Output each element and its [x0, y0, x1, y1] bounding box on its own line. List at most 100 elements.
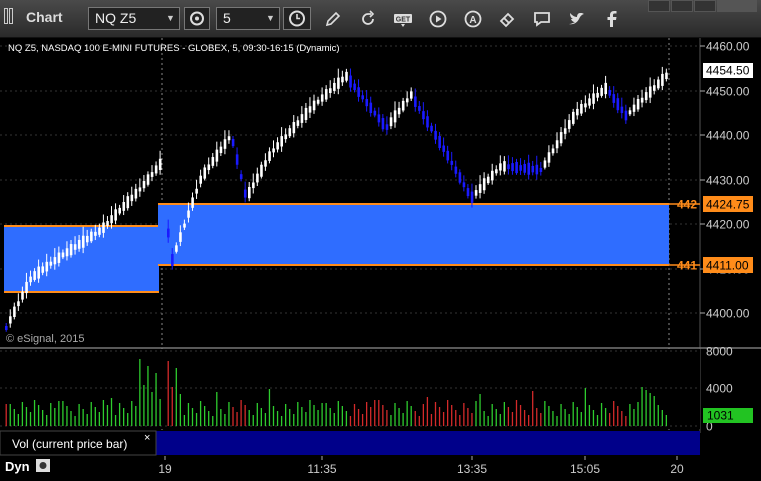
candle-body: [126, 196, 130, 209]
candle-body: [316, 99, 320, 104]
candle-body: [207, 164, 211, 171]
candle-body: [361, 95, 364, 100]
candle-body: [13, 306, 16, 317]
candle-body: [138, 187, 142, 192]
candle-body: [118, 207, 121, 214]
volume-last-value: 1031: [707, 409, 734, 423]
candle-body: [543, 160, 547, 168]
twitter-icon[interactable]: [567, 9, 587, 29]
refresh-icon[interactable]: [358, 9, 378, 29]
candle-body: [61, 252, 65, 258]
candle-body: [466, 188, 470, 197]
candle-body: [515, 161, 518, 174]
time-tick-label: 13:35: [457, 462, 487, 476]
candle-body: [527, 162, 531, 175]
window-close-button[interactable]: [717, 0, 757, 12]
candle-body: [608, 90, 612, 96]
candle-body: [130, 194, 134, 202]
candle-body: [142, 181, 146, 189]
candle-body: [580, 103, 583, 114]
candle-body: [300, 114, 304, 123]
candle-body: [414, 96, 417, 107]
candle-body: [373, 110, 377, 116]
candle-body: [37, 266, 40, 279]
candle-body: [377, 114, 381, 123]
volume-label: Vol (current price bar): [12, 437, 127, 451]
eraser-icon[interactable]: [497, 9, 517, 29]
interval-dropdown-caret-icon[interactable]: ▼: [266, 13, 275, 23]
link-button[interactable]: [184, 7, 210, 30]
esignal-watermark: © eSignal, 2015: [6, 333, 84, 345]
upper-level-value: 4424.75: [706, 198, 750, 212]
candle-body: [523, 163, 526, 173]
price-tick-label: 4400.00: [706, 307, 750, 321]
candle-body: [296, 120, 300, 126]
candle-body: [653, 85, 656, 91]
candle-body: [397, 107, 401, 115]
candle-body: [211, 157, 215, 166]
candle-body: [596, 92, 599, 98]
a-circle-icon[interactable]: A: [463, 9, 483, 29]
candle-body: [215, 149, 219, 162]
clock-button[interactable]: [283, 7, 311, 30]
candle-body: [345, 71, 348, 81]
candle-body: [450, 160, 454, 165]
candle-body: [353, 83, 356, 90]
clock-icon: [289, 10, 305, 27]
pencil-icon[interactable]: [323, 9, 343, 29]
price-axis[interactable]: 4460.004450.004440.004430.004420.004410.…: [700, 40, 750, 321]
window-maximize-button[interactable]: [694, 0, 716, 12]
price-tick-label: 4430.00: [706, 174, 750, 188]
candle-body: [624, 110, 628, 121]
candle-body: [167, 228, 170, 238]
candle-body: [256, 173, 259, 183]
candle-body: [312, 100, 316, 111]
candle-body: [584, 103, 587, 108]
candle-body: [559, 132, 563, 144]
candle-body: [110, 215, 113, 224]
window-minimize-button[interactable]: [671, 0, 693, 12]
facebook-icon[interactable]: [602, 9, 622, 29]
candle-body: [102, 222, 105, 233]
price-tick-label: 4420.00: [706, 218, 750, 232]
candle-body: [385, 124, 389, 130]
candle-body: [576, 108, 579, 116]
candle-body: [304, 107, 308, 120]
candle-body: [203, 167, 207, 179]
candle-body: [381, 118, 385, 130]
candle-body: [588, 98, 591, 106]
candle-body: [434, 130, 437, 140]
candle-body: [77, 239, 81, 249]
candle-body: [333, 82, 336, 91]
play-icon[interactable]: [428, 9, 448, 29]
candle-body: [503, 161, 506, 172]
get-icon[interactable]: GET: [393, 9, 413, 29]
candle-body: [410, 91, 413, 99]
candle-body: [418, 106, 421, 111]
chat-icon[interactable]: [532, 9, 552, 29]
candle-body: [405, 98, 409, 103]
candle-body: [357, 87, 360, 97]
volume-tick-label: 4000: [706, 382, 733, 396]
candle-body: [337, 77, 340, 89]
candle-body: [507, 164, 510, 170]
candle-body: [430, 125, 433, 132]
candle-body: [393, 110, 397, 123]
candle-body: [223, 139, 227, 149]
candle-body: [49, 261, 53, 266]
symbol-dropdown-caret-icon[interactable]: ▼: [166, 13, 175, 23]
candle-body: [511, 163, 514, 172]
price-chart[interactable]: NQ Z5, NASDAQ 100 E-MINI FUTURES - GLOBE…: [0, 38, 761, 481]
volume-close-icon[interactable]: ×: [144, 432, 150, 444]
candle-body: [248, 187, 251, 199]
time-tick-label: 20: [670, 462, 684, 476]
candle-body: [438, 135, 441, 148]
candle-body: [272, 148, 275, 153]
candle-body: [349, 75, 352, 88]
candle-body: [620, 106, 624, 114]
candle-body: [636, 99, 640, 110]
dyn-label[interactable]: Dyn: [5, 459, 30, 474]
window-pin-button[interactable]: [648, 0, 670, 12]
candle-body: [235, 154, 239, 165]
last-price-value: 4454.50: [706, 64, 750, 78]
